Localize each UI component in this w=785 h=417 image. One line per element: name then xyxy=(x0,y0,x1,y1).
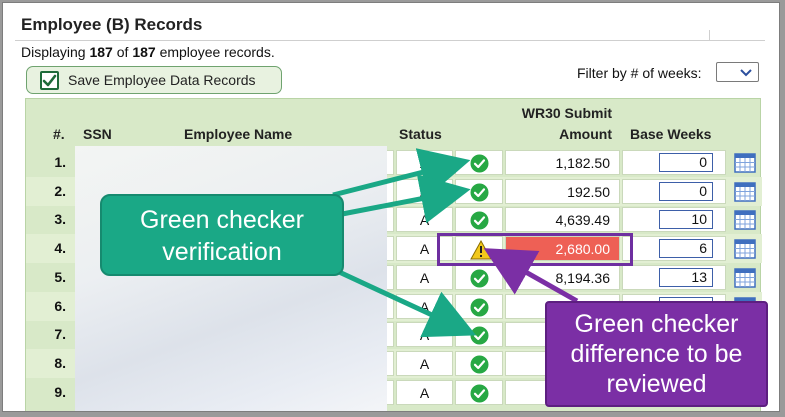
callout-purple-line3: reviewed xyxy=(606,370,707,398)
callout-purple-line1: Green checker xyxy=(574,310,739,338)
arrow-purple xyxy=(483,248,579,304)
arrow-green-1 xyxy=(332,148,471,198)
callout-purple-line2: difference to be xyxy=(570,340,743,368)
callout-green-line1: Green checker xyxy=(140,206,304,234)
arrow-green-3 xyxy=(335,268,477,338)
callout-green-checker: Green checker verification xyxy=(100,194,344,276)
callout-difference-review: Green checker difference to be reviewed xyxy=(545,301,768,407)
records-panel: Employee (B) Records Displaying 187 of 1… xyxy=(3,3,779,411)
callout-green-line2: verification xyxy=(162,238,282,266)
arrow-green-2 xyxy=(336,174,471,224)
